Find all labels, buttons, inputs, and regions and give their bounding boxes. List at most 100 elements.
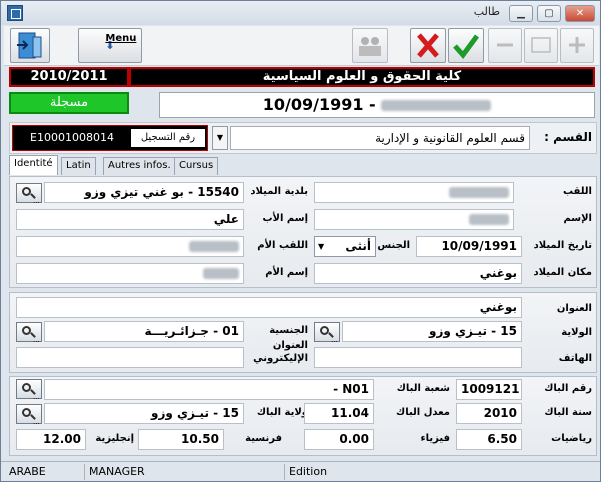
users-icon — [359, 37, 381, 56]
email-label: العنوان الإليكتروني — [253, 340, 308, 364]
tab-bar: Identité Latin Autres infos. Cursus — [9, 155, 597, 175]
blank-page-icon — [531, 37, 551, 53]
status-bar: ARABE MANAGER Edition — [1, 461, 600, 481]
bac-branch-field[interactable]: N01 - — [44, 379, 374, 400]
tab-cursus[interactable]: Cursus — [174, 157, 219, 175]
father-name-field[interactable]: علي — [16, 209, 244, 230]
redacted-name — [381, 100, 492, 111]
bac-number-label: رقم الباك — [544, 383, 592, 394]
close-window-button[interactable]: ✕ — [565, 5, 595, 22]
department-label: القسم : — [544, 130, 592, 144]
redacted-mother-name — [203, 268, 239, 279]
status-user: MANAGER — [85, 464, 285, 480]
bac-wilaya-search-button[interactable]: ... — [16, 404, 42, 426]
english-grade-field[interactable]: 12.00 — [16, 429, 86, 450]
registration-box: E10001008014 رقم التسجيل — [12, 125, 208, 151]
academic-year: 2010/2011 — [9, 67, 129, 87]
physics-grade-label: فيزياء — [420, 433, 450, 444]
status-mode: Edition — [289, 465, 328, 478]
birthdate-label: تاريخ الميلاد — [533, 240, 592, 251]
lastname-field[interactable] — [314, 182, 514, 203]
users-button[interactable] — [352, 28, 388, 63]
bac-panel: ... N01 - شعبة الباك 1009121 رقم الباك .… — [9, 376, 597, 456]
exit-button[interactable] — [10, 28, 50, 63]
french-grade-field[interactable]: 10.50 — [138, 429, 224, 450]
dropdown-arrow-icon: ▼ — [318, 242, 325, 251]
add-button[interactable] — [560, 28, 594, 63]
bac-wilaya-field[interactable]: 15 - تيـزي وزو — [44, 403, 244, 424]
mother-name-label: إسم الأم — [265, 267, 308, 278]
french-grade-label: فرنسية — [245, 433, 282, 444]
exit-door-icon — [17, 32, 42, 59]
validate-button[interactable] — [448, 28, 484, 63]
student-window: طالب ▁ ▢ ✕ Menu ⬇ 2010/2011 كلية الحقوق … — [0, 0, 601, 482]
tab-identite[interactable]: Identité — [9, 155, 58, 175]
birthplace-field[interactable]: بوغني — [314, 263, 522, 284]
student-name-bar: 10/09/1991 - — [159, 92, 595, 118]
bac-average-label: معدل الباك — [396, 407, 450, 418]
cancel-button[interactable] — [410, 28, 446, 63]
physics-grade-field[interactable]: 0.00 — [304, 429, 374, 450]
department-row: E10001008014 رقم التسجيل ▼ قسم العلوم ال… — [9, 122, 597, 154]
tab-latin[interactable]: Latin — [61, 157, 96, 175]
faculty-name: كلية الحقوق و العلوم السياسية — [129, 67, 595, 87]
red-x-icon — [417, 33, 439, 58]
wilaya-search-button[interactable]: ... — [314, 322, 340, 344]
bac-number-field[interactable]: 1009121 — [456, 379, 522, 400]
maximize-button[interactable]: ▢ — [537, 5, 561, 22]
green-check-icon — [453, 34, 480, 59]
wilaya-label: الولاية — [561, 327, 592, 338]
birthplace-label: مكان الميلاد — [533, 267, 592, 278]
address-panel: بوغني العنوان ... 01 - جـزائـريـــة الجن… — [9, 292, 597, 373]
phone-label: الهاتف — [558, 353, 592, 364]
remove-button[interactable] — [488, 28, 522, 63]
plus-icon — [569, 37, 585, 53]
tab-autres-infos[interactable]: Autres infos. — [103, 157, 176, 175]
mother-name-field[interactable] — [16, 263, 244, 284]
lastname-label: اللقب — [562, 186, 592, 197]
firstname-label: الإسم — [563, 213, 592, 224]
redacted-mother-lastname — [189, 241, 239, 252]
toolbar: Menu ⬇ — [4, 26, 599, 66]
address-field[interactable]: بوغني — [16, 297, 522, 318]
nationality-search-button[interactable]: ... — [16, 322, 42, 344]
edit-button[interactable] — [524, 28, 558, 63]
bac-branch-label: شعبة الباك — [396, 383, 450, 394]
menu-button[interactable]: Menu ⬇ — [78, 28, 142, 63]
firstname-field[interactable] — [314, 209, 514, 230]
email-field[interactable] — [16, 347, 244, 368]
name-separator: - — [369, 95, 376, 114]
mother-lastname-field[interactable] — [16, 236, 244, 257]
window-title: طالب — [473, 5, 500, 18]
status-badge: مسجلة — [9, 92, 129, 114]
minus-icon — [497, 43, 513, 47]
nationality-field[interactable]: 01 - جـزائـريـــة — [44, 321, 244, 342]
bac-year-label: سنة الباك — [544, 407, 592, 418]
nationality-label: الجنسية — [269, 325, 308, 336]
minimize-button[interactable]: ▁ — [509, 5, 533, 22]
department-dropdown[interactable]: ▼ — [212, 126, 228, 150]
english-grade-label: إنجليزية — [95, 433, 134, 444]
phone-field[interactable] — [314, 347, 522, 368]
bac-average-field[interactable]: 11.04 — [304, 403, 374, 424]
department-field[interactable]: قسم العلوم القانونية و الإدارية — [230, 126, 530, 150]
birth-commune-search-button[interactable]: ... — [16, 183, 42, 205]
wilaya-field[interactable]: 15 - تيـزي وزو — [342, 321, 522, 342]
registration-label: رقم التسجيل — [131, 129, 205, 147]
redacted-firstname — [469, 214, 509, 225]
bac-branch-search-button[interactable]: ... — [16, 379, 42, 401]
app-icon[interactable] — [7, 5, 23, 21]
bac-wilaya-label: ولاية الباك — [256, 407, 308, 418]
birthdate-field[interactable]: 10/09/1991 — [416, 236, 522, 257]
math-grade-field[interactable]: 6.50 — [456, 429, 522, 450]
registration-number: E10001008014 — [16, 129, 128, 147]
birth-commune-label: بلدية الميلاد — [250, 186, 308, 197]
gender-select[interactable]: ▼ أنثى — [314, 236, 376, 257]
identity-panel: ... 15540 - بو غني تيزي وزو بلدية الميلا… — [9, 176, 597, 288]
redacted-lastname — [449, 187, 509, 198]
gender-label: الجنس — [377, 240, 410, 251]
father-name-label: إسم الأب — [262, 213, 308, 224]
address-label: العنوان — [556, 303, 592, 314]
bac-year-field[interactable]: 2010 — [456, 403, 522, 424]
birth-commune-field[interactable]: 15540 - بو غني تيزي وزو — [44, 182, 244, 203]
